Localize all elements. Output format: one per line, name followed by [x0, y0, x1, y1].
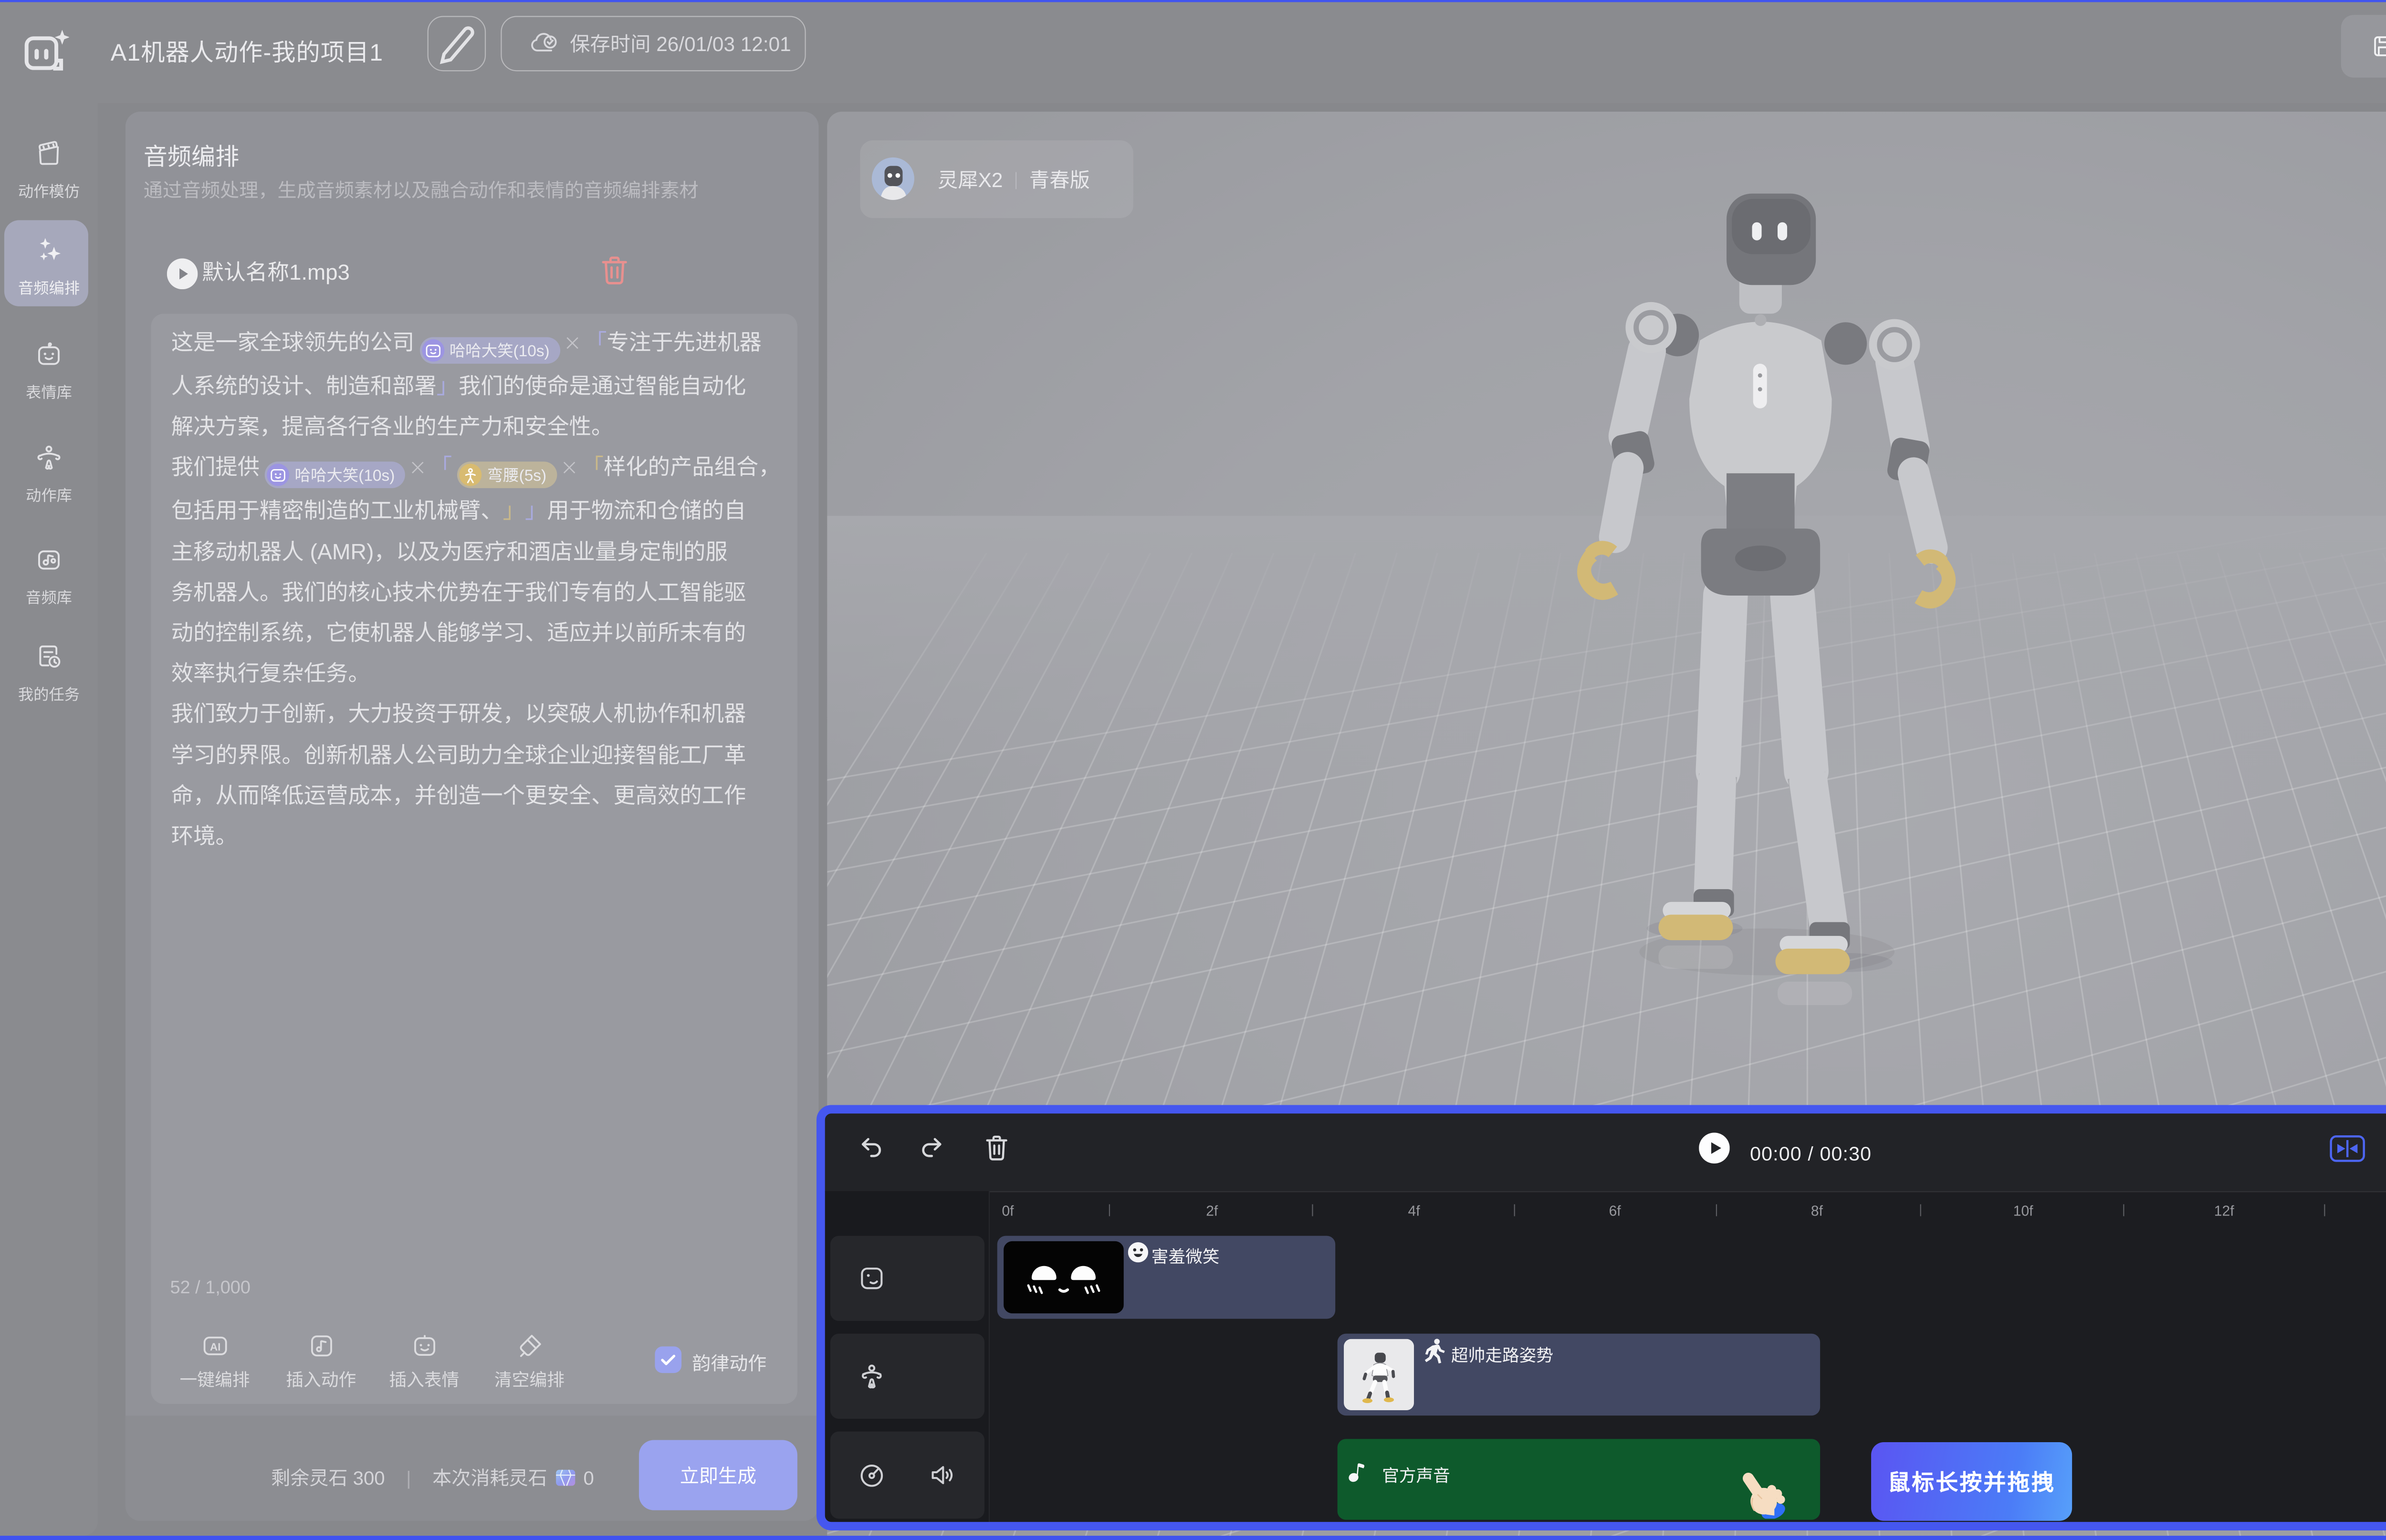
svg-text:AI: AI — [209, 1341, 220, 1353]
